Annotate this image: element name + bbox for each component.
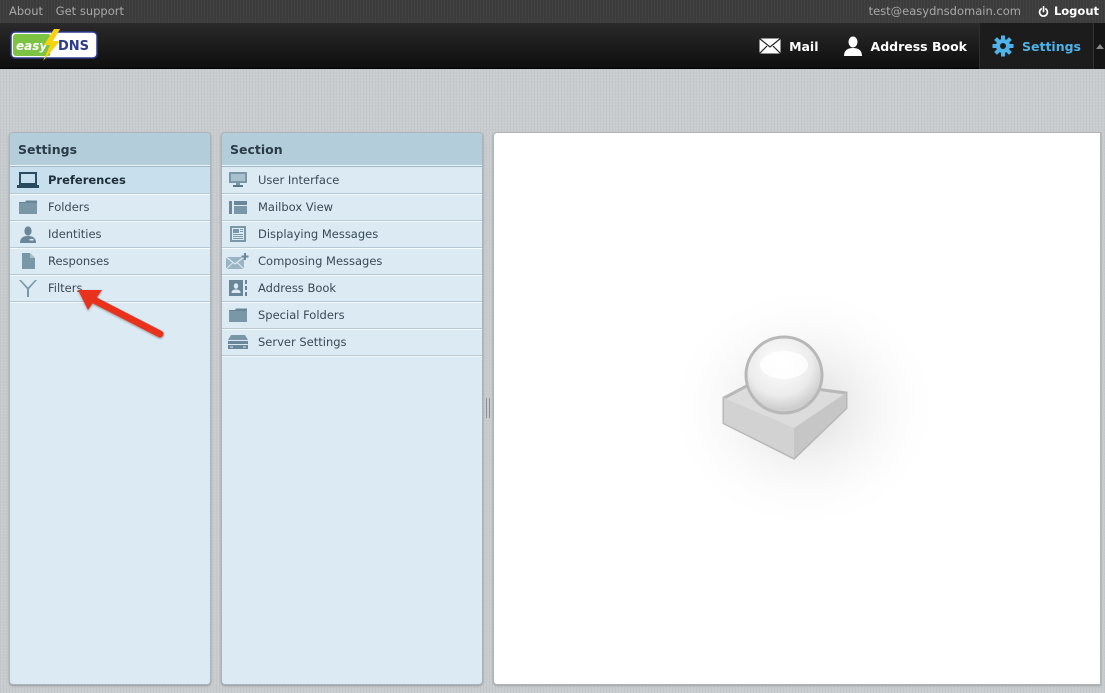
main-nav: Mail Address Book Settings [747, 23, 1105, 69]
section-panel: Section User Interface Mailbox View Disp… [221, 132, 483, 685]
section-item-user-interface[interactable]: User Interface [222, 167, 482, 194]
section-item-label: Address Book [258, 281, 337, 295]
about-link[interactable]: About [9, 4, 43, 18]
nav-address-book[interactable]: Address Book [831, 23, 979, 69]
splitter-grip-icon [486, 398, 490, 418]
top-utility-bar: About Get support test@easydnsdomain.com… [0, 0, 1105, 23]
settings-item-label: Folders [48, 200, 90, 214]
caret-up-icon [1095, 43, 1104, 49]
envelope-icon [759, 38, 781, 54]
roundcube-watermark-icon [664, 283, 944, 533]
section-item-label: Special Folders [258, 308, 345, 322]
nav-address-book-label: Address Book [870, 38, 967, 54]
section-item-label: Server Settings [258, 335, 347, 349]
power-icon [1038, 5, 1049, 17]
settings-item-label: Responses [48, 254, 110, 268]
logout-label: Logout [1053, 4, 1099, 18]
gear-icon [992, 35, 1014, 57]
settings-item-filters[interactable]: Filters [10, 275, 210, 302]
settings-item-identities[interactable]: Identities [10, 221, 210, 248]
get-support-link[interactable]: Get support [56, 4, 124, 18]
identity-icon [14, 225, 42, 243]
contact-card-icon [224, 280, 252, 296]
logo-text-dns: DNS [58, 39, 89, 54]
app-header: easy DNS Mail Address Book Settings [0, 23, 1105, 69]
section-item-label: Composing Messages [258, 254, 383, 268]
section-item-label: Mailbox View [258, 200, 334, 214]
folder-icon [224, 308, 252, 322]
laptop-icon [14, 172, 42, 188]
settings-item-label: Filters [48, 281, 83, 295]
nav-mail-label: Mail [789, 38, 819, 54]
section-panel-title: Section [222, 133, 482, 167]
settings-item-folders[interactable]: Folders [10, 194, 210, 221]
section-item-special-folders[interactable]: Special Folders [222, 302, 482, 329]
filter-icon [14, 279, 42, 297]
user-email: test@easydnsdomain.com [868, 4, 1021, 18]
section-item-label: User Interface [258, 173, 340, 187]
content-frame [493, 132, 1101, 685]
section-item-address-book[interactable]: Address Book [222, 275, 482, 302]
nav-settings-label: Settings [1021, 38, 1081, 54]
panel-splitter[interactable] [485, 132, 491, 685]
settings-panel: Settings Preferences Folders Identities … [9, 132, 211, 685]
section-item-composing-messages[interactable]: Composing Messages [222, 248, 482, 275]
settings-item-preferences[interactable]: Preferences [10, 167, 210, 194]
nav-settings[interactable]: Settings [978, 23, 1093, 69]
settings-item-responses[interactable]: Responses [10, 248, 210, 275]
settings-item-label: Identities [48, 227, 102, 241]
section-item-mailbox-view[interactable]: Mailbox View [222, 194, 482, 221]
section-item-server-settings[interactable]: Server Settings [222, 329, 482, 356]
settings-item-label: Preferences [48, 173, 126, 187]
settings-panel-title: Settings [10, 133, 210, 167]
person-icon [843, 36, 862, 56]
logout-button[interactable]: Logout [1038, 4, 1099, 18]
logo-text-easy: easy [16, 39, 48, 53]
folder-icon [14, 200, 42, 214]
message-view-icon [224, 226, 252, 242]
collapse-header-button[interactable] [1093, 23, 1105, 69]
list-view-icon [224, 200, 252, 214]
nav-mail[interactable]: Mail [747, 23, 830, 69]
section-item-displaying-messages[interactable]: Displaying Messages [222, 221, 482, 248]
monitor-icon [224, 172, 252, 188]
server-icon [224, 335, 252, 349]
document-icon [14, 253, 42, 269]
compose-icon [224, 253, 252, 269]
easydns-logo[interactable]: easy DNS [10, 29, 98, 61]
section-item-label: Displaying Messages [258, 227, 379, 241]
